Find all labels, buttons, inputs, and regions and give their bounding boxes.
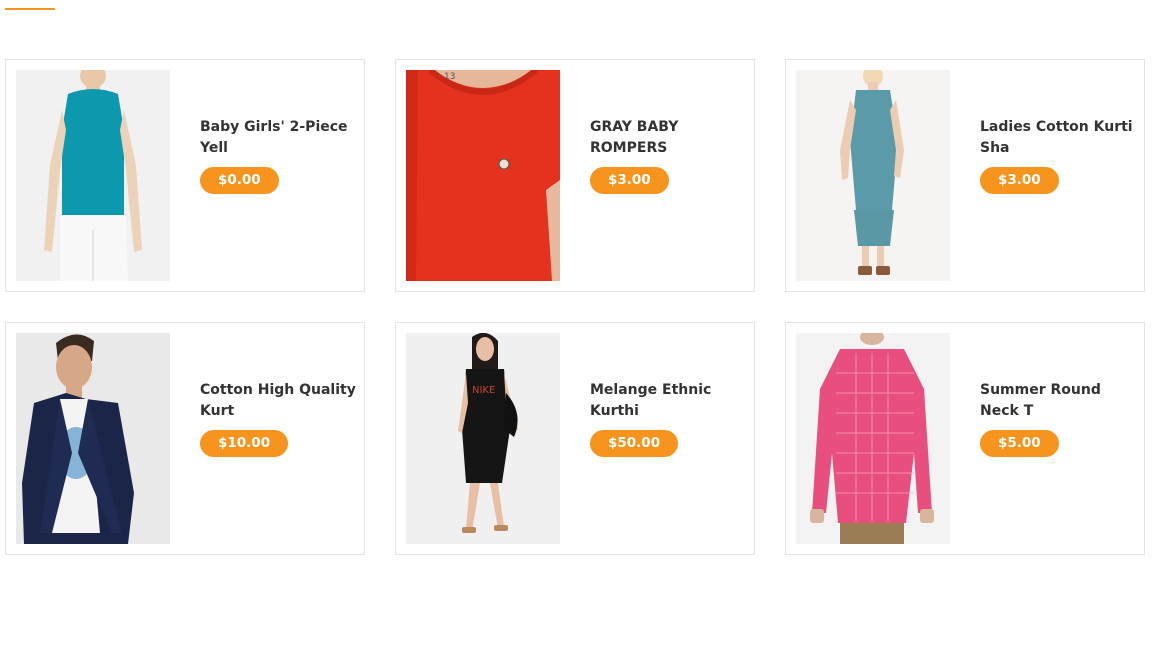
product-image[interactable] [796,333,950,544]
product-image[interactable]: 13 [406,70,560,281]
svg-text:NIKE: NIKE [472,385,495,396]
product-name[interactable]: Baby Girls' 2-Piece Yell [200,117,360,159]
product-image[interactable] [796,70,950,281]
product-name[interactable]: Cotton High Quality Kurt [200,380,360,422]
svg-text:13: 13 [444,72,455,82]
product-card[interactable]: 13 GRAY BABY ROMPERS $3.00 [395,59,755,292]
price-badge[interactable]: $5.00 [980,430,1059,457]
price-badge[interactable]: $0.00 [200,167,279,194]
product-image[interactable]: NIKE [406,333,560,544]
product-name[interactable]: Melange Ethnic Kurthi [590,380,750,422]
price-badge[interactable]: $50.00 [590,430,679,457]
product-name[interactable]: Ladies Cotton Kurti Sha [980,117,1140,159]
product-name[interactable]: GRAY BABY ROMPERS [590,117,750,159]
product-card[interactable]: Ladies Cotton Kurti Sha $3.00 [785,59,1145,292]
price-badge[interactable]: $3.00 [980,167,1059,194]
product-card[interactable]: Cotton High Quality Kurt $10.00 [5,322,365,555]
product-card[interactable]: NIKE Melange Ethnic Kurthi $50.00 [395,322,755,555]
product-name[interactable]: Summer Round Neck T [980,380,1140,422]
product-image[interactable] [16,333,170,544]
product-grid: Baby Girls' 2-Piece Yell $0.00 13 GRAY B… [5,59,1145,555]
section-title-underline [5,8,55,10]
product-card[interactable]: Baby Girls' 2-Piece Yell $0.00 [5,59,365,292]
product-card[interactable]: Summer Round Neck T $5.00 [785,322,1145,555]
price-badge[interactable]: $3.00 [590,167,669,194]
price-badge[interactable]: $10.00 [200,430,289,457]
product-image[interactable] [16,70,170,281]
